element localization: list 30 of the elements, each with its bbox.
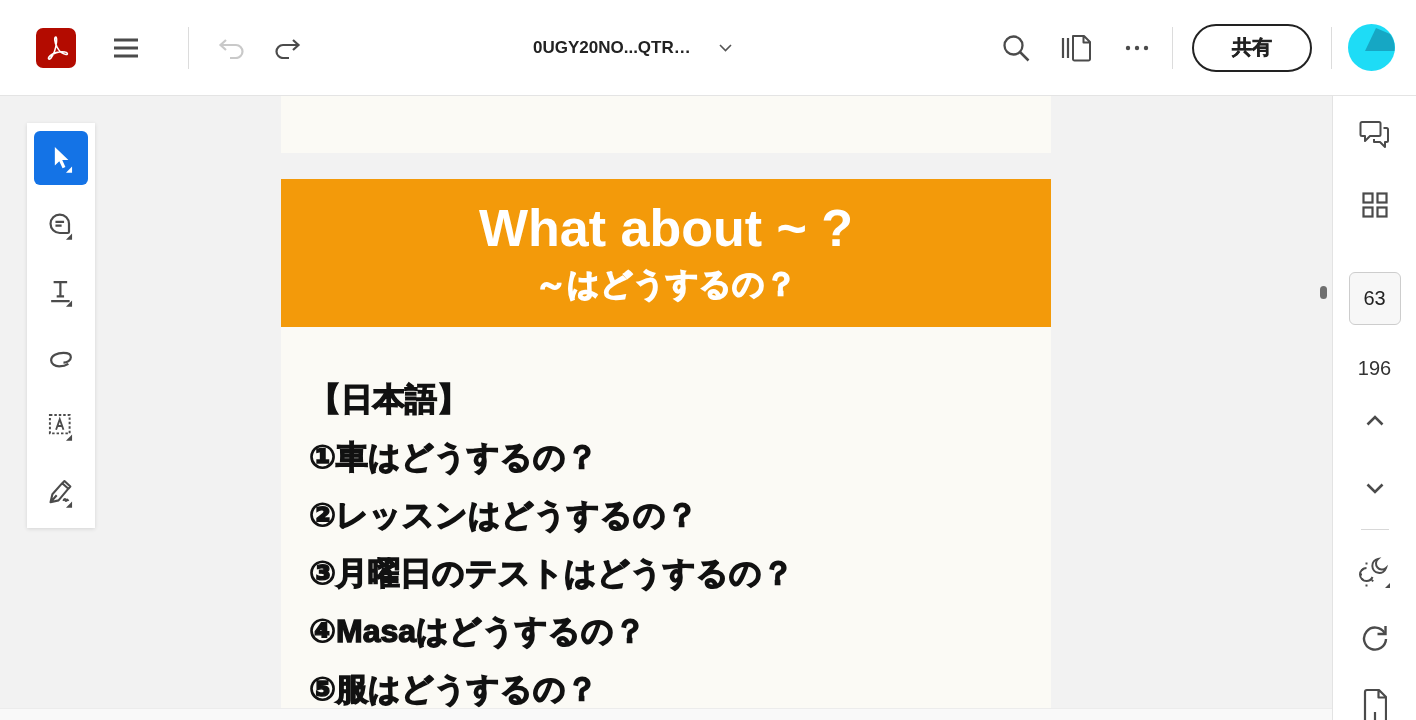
undo-icon [218, 36, 246, 59]
document-pages-icon [1060, 33, 1092, 62]
page-number-field[interactable]: 63 [1348, 272, 1401, 325]
more-icon [1125, 44, 1149, 51]
document-text-line: ④Masaはどうするの？ [309, 614, 647, 649]
speech-bubbles-icon [1358, 119, 1391, 151]
chevron-up-icon [1365, 414, 1384, 426]
document-text-line: ③月曜日のテストはどうするの？ [309, 556, 795, 591]
file-name-button[interactable]: 0UGY20NO...QTR… [525, 31, 740, 64]
select-tool-button[interactable] [34, 131, 88, 185]
chevron-down-icon [1365, 482, 1384, 494]
redo-icon [273, 36, 301, 59]
document-icon [1362, 688, 1387, 720]
document-text-line: ①車はどうするの？ [309, 440, 599, 475]
grid-icon [1361, 192, 1388, 218]
menu-icon [113, 37, 139, 58]
document-text-line: 【日本語】 [309, 382, 469, 417]
share-button[interactable]: 共有 [1192, 23, 1312, 72]
rotate-icon [1360, 624, 1389, 652]
page-count: 196 [1357, 356, 1392, 380]
banner-subtitle: ～はどうするの？ [535, 267, 797, 303]
banner-title: What about ~ ? [478, 202, 854, 254]
search-icon [1002, 33, 1030, 62]
document-text-line: ⑤服はどうするの？ [309, 672, 599, 707]
sun-moon-icon [1358, 556, 1391, 588]
avatar-icon[interactable] [1348, 24, 1395, 71]
scrollbar-thumb[interactable] [1320, 286, 1327, 299]
chevron-down-icon [718, 43, 732, 52]
app-logo-icon [36, 27, 76, 68]
document-text-line: ②レッスンはどうするの？ [309, 498, 699, 533]
